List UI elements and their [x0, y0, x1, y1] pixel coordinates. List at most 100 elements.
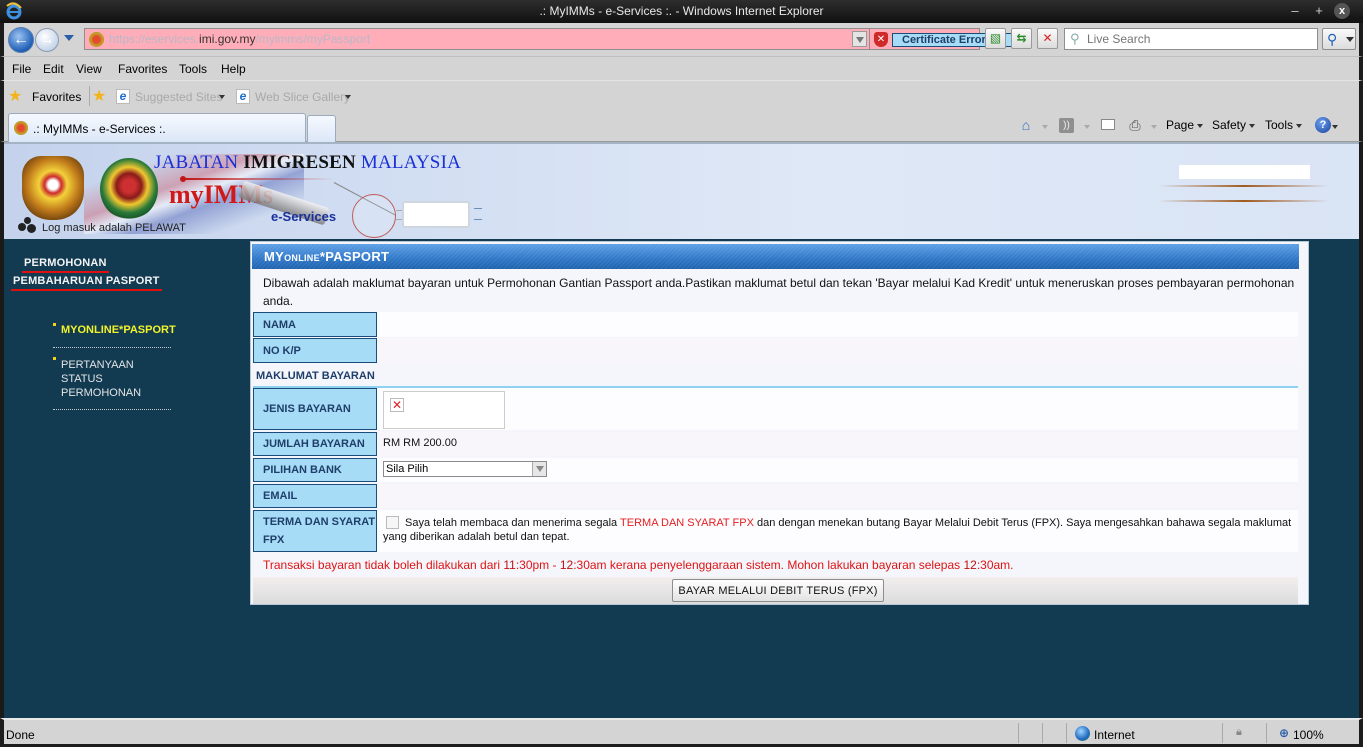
zoom-icon[interactable]: ⊕: [1279, 726, 1289, 740]
address-bar[interactable]: https://eservices.imi.gov.my/myimms/myPa…: [84, 28, 870, 50]
add-to-favorites-icon[interactable]: ★: [92, 86, 106, 106]
field-label: NAMA: [253, 312, 377, 337]
window-titlebar: .: MyIMMs - e-Services :. - Windows Inte…: [0, 0, 1363, 23]
menu-edit[interactable]: Edit: [43, 62, 64, 76]
print-icon[interactable]: ⎙: [1126, 116, 1144, 134]
sidebar-item-pertanyaan-status-permohonan[interactable]: PERTANYAAN STATUS PERMOHONAN: [61, 358, 141, 400]
sidebar-heading-permohonan: PERMOHONAN: [22, 257, 109, 273]
help-caret-icon[interactable]: [1332, 125, 1338, 129]
refresh-button[interactable]: ⇆: [1011, 28, 1032, 49]
favorites-star-icon[interactable]: ★: [8, 86, 22, 106]
terms-fpx-link[interactable]: TERMA DAN SYARAT FPX: [620, 517, 754, 529]
pay-fpx-button[interactable]: BAYAR MELALUI DEBIT TERUS (FPX): [672, 579, 884, 602]
compatibility-view-button[interactable]: ▧: [985, 28, 1006, 49]
banner-white-box: [402, 201, 470, 228]
status-text: Done: [6, 728, 35, 742]
divider: [1266, 723, 1267, 743]
live-search-box[interactable]: ⚲: [1064, 28, 1318, 50]
field-label: NO K/P: [253, 338, 377, 363]
web-slice-gallery-link[interactable]: Web Slice Gallery: [255, 90, 350, 104]
navigation-bar: ← → https://eservices.imi.gov.my/myimms/…: [0, 23, 1363, 56]
suggested-sites-caret-icon[interactable]: [219, 95, 225, 99]
shield-error-icon: ✕: [874, 32, 888, 47]
back-button[interactable]: ←: [8, 27, 34, 53]
amount-value: RM RM 200.00: [383, 437, 457, 449]
web-slice-gallery-caret-icon[interactable]: [345, 95, 351, 99]
arrow-right-icon: →: [39, 31, 55, 48]
immigration-department-logo: [100, 158, 158, 220]
internet-zone-globe-icon: [1075, 726, 1090, 741]
site-favicon-icon: [89, 32, 104, 47]
panel-header: MYONLINE*PASPORT: [252, 244, 1299, 269]
maximize-button[interactable]: +: [1310, 3, 1328, 19]
suggested-sites-link[interactable]: Suggested Sites: [135, 90, 222, 104]
field-label: TERMA DAN SYARAT FPX: [253, 510, 377, 552]
menu-help[interactable]: Help: [221, 62, 246, 76]
field-label: EMAIL: [253, 484, 377, 508]
window-title: .: MyIMMs - e-Services :. - Windows Inte…: [539, 4, 824, 18]
field-label: JUMLAH BAYARAN: [253, 432, 377, 456]
home-icon[interactable]: ⌂: [1017, 116, 1035, 134]
field-label: JENIS BAYARAN: [253, 388, 377, 430]
close-window-button[interactable]: x: [1334, 3, 1350, 19]
form-row-jenis-bayaran: JENIS BAYARAN ✕: [253, 388, 1298, 430]
payment-type-image: ✕: [383, 391, 505, 429]
malaysia-coat-of-arms-logo: [22, 156, 84, 220]
forward-button[interactable]: →: [35, 28, 59, 52]
refresh-icon: ⇆: [1016, 31, 1027, 45]
divider: [53, 347, 171, 348]
form-row-pilihan-bank: PILIHAN BANK Sila Pilih: [253, 458, 1298, 482]
home-caret-icon[interactable]: [1042, 125, 1048, 129]
zoom-level[interactable]: 100%: [1293, 728, 1324, 742]
menu-tools[interactable]: Tools: [179, 62, 207, 76]
tab-myimms[interactable]: .: MyIMMs - e-Services :.: [8, 113, 306, 142]
help-icon[interactable]: ?: [1315, 117, 1331, 133]
divider: [1042, 723, 1043, 743]
form-row-jumlah-bayaran: JUMLAH BAYARAN RM RM 200.00: [253, 432, 1298, 456]
field-label: PILIHAN BANK: [253, 458, 377, 482]
caret-down-icon: [1197, 123, 1204, 128]
button-bar: BAYAR MELALUI DEBIT TERUS (FPX): [253, 577, 1298, 604]
read-mail-icon[interactable]: [1101, 119, 1115, 130]
search-options-caret-icon[interactable]: [1346, 37, 1354, 42]
intro-text: Dibawah adalah maklumat bayaran untuk Pe…: [263, 276, 1295, 308]
divider: [1066, 723, 1067, 743]
feeds-icon[interactable]: )): [1059, 118, 1074, 133]
menu-file[interactable]: File: [12, 62, 31, 76]
address-dropdown-button[interactable]: [852, 31, 867, 47]
menu-view[interactable]: View: [76, 62, 102, 76]
search-icon: ⚲: [1070, 31, 1080, 46]
ie-page-icon: e: [116, 89, 130, 104]
bank-select[interactable]: Sila Pilih: [383, 461, 547, 477]
address-url[interactable]: https://eservices.imi.gov.my/myimms/myPa…: [109, 32, 370, 46]
menu-favorites[interactable]: Favorites: [118, 62, 167, 76]
safety-menu[interactable]: Safety: [1212, 118, 1256, 132]
new-tab-button[interactable]: [307, 115, 336, 142]
panel-title: MYONLINE*PASPORT: [264, 249, 390, 264]
stop-icon: ✕: [1042, 31, 1053, 45]
section-title-maklumat-bayaran: MAKLUMAT BAYARAN: [256, 370, 375, 382]
search-go-button[interactable]: ⚲: [1322, 28, 1356, 50]
feeds-caret-icon[interactable]: [1084, 125, 1090, 129]
terms-text: Saya telah membaca dan menerima segala T…: [383, 517, 1292, 543]
tools-menu[interactable]: Tools: [1265, 118, 1303, 132]
certificate-error-button[interactable]: ✕ Certificate Error: [870, 28, 1016, 50]
sidebar-item-myonline-pasport[interactable]: MYONLINE*PASPORT: [61, 323, 176, 337]
security-zone[interactable]: Internet: [1094, 728, 1135, 742]
divider: [89, 86, 90, 106]
minimize-button[interactable]: ‒: [1286, 3, 1304, 19]
favorites-button[interactable]: Favorites: [32, 90, 81, 104]
stop-button[interactable]: ✕: [1037, 28, 1058, 49]
bullet-icon: [53, 323, 56, 326]
print-caret-icon[interactable]: [1151, 125, 1157, 129]
page-viewport: JABATAN IMIGRESEN MALAYSIA myIMMs e-Serv…: [4, 142, 1359, 718]
search-input[interactable]: [1087, 31, 1313, 47]
form-row-email: EMAIL: [253, 484, 1298, 508]
recent-pages-dropdown[interactable]: [64, 35, 74, 41]
protected-mode-icon[interactable]: 🔒︎: [1236, 726, 1250, 740]
favorites-bar: ★ Favorites ★ e Suggested Sites e Web Sl…: [0, 80, 1363, 111]
site-banner: JABATAN IMIGRESEN MALAYSIA myIMMs e-Serv…: [4, 142, 1359, 239]
page-menu[interactable]: Page: [1166, 118, 1204, 132]
divider: [53, 409, 171, 410]
site-favicon-icon: [14, 121, 28, 135]
